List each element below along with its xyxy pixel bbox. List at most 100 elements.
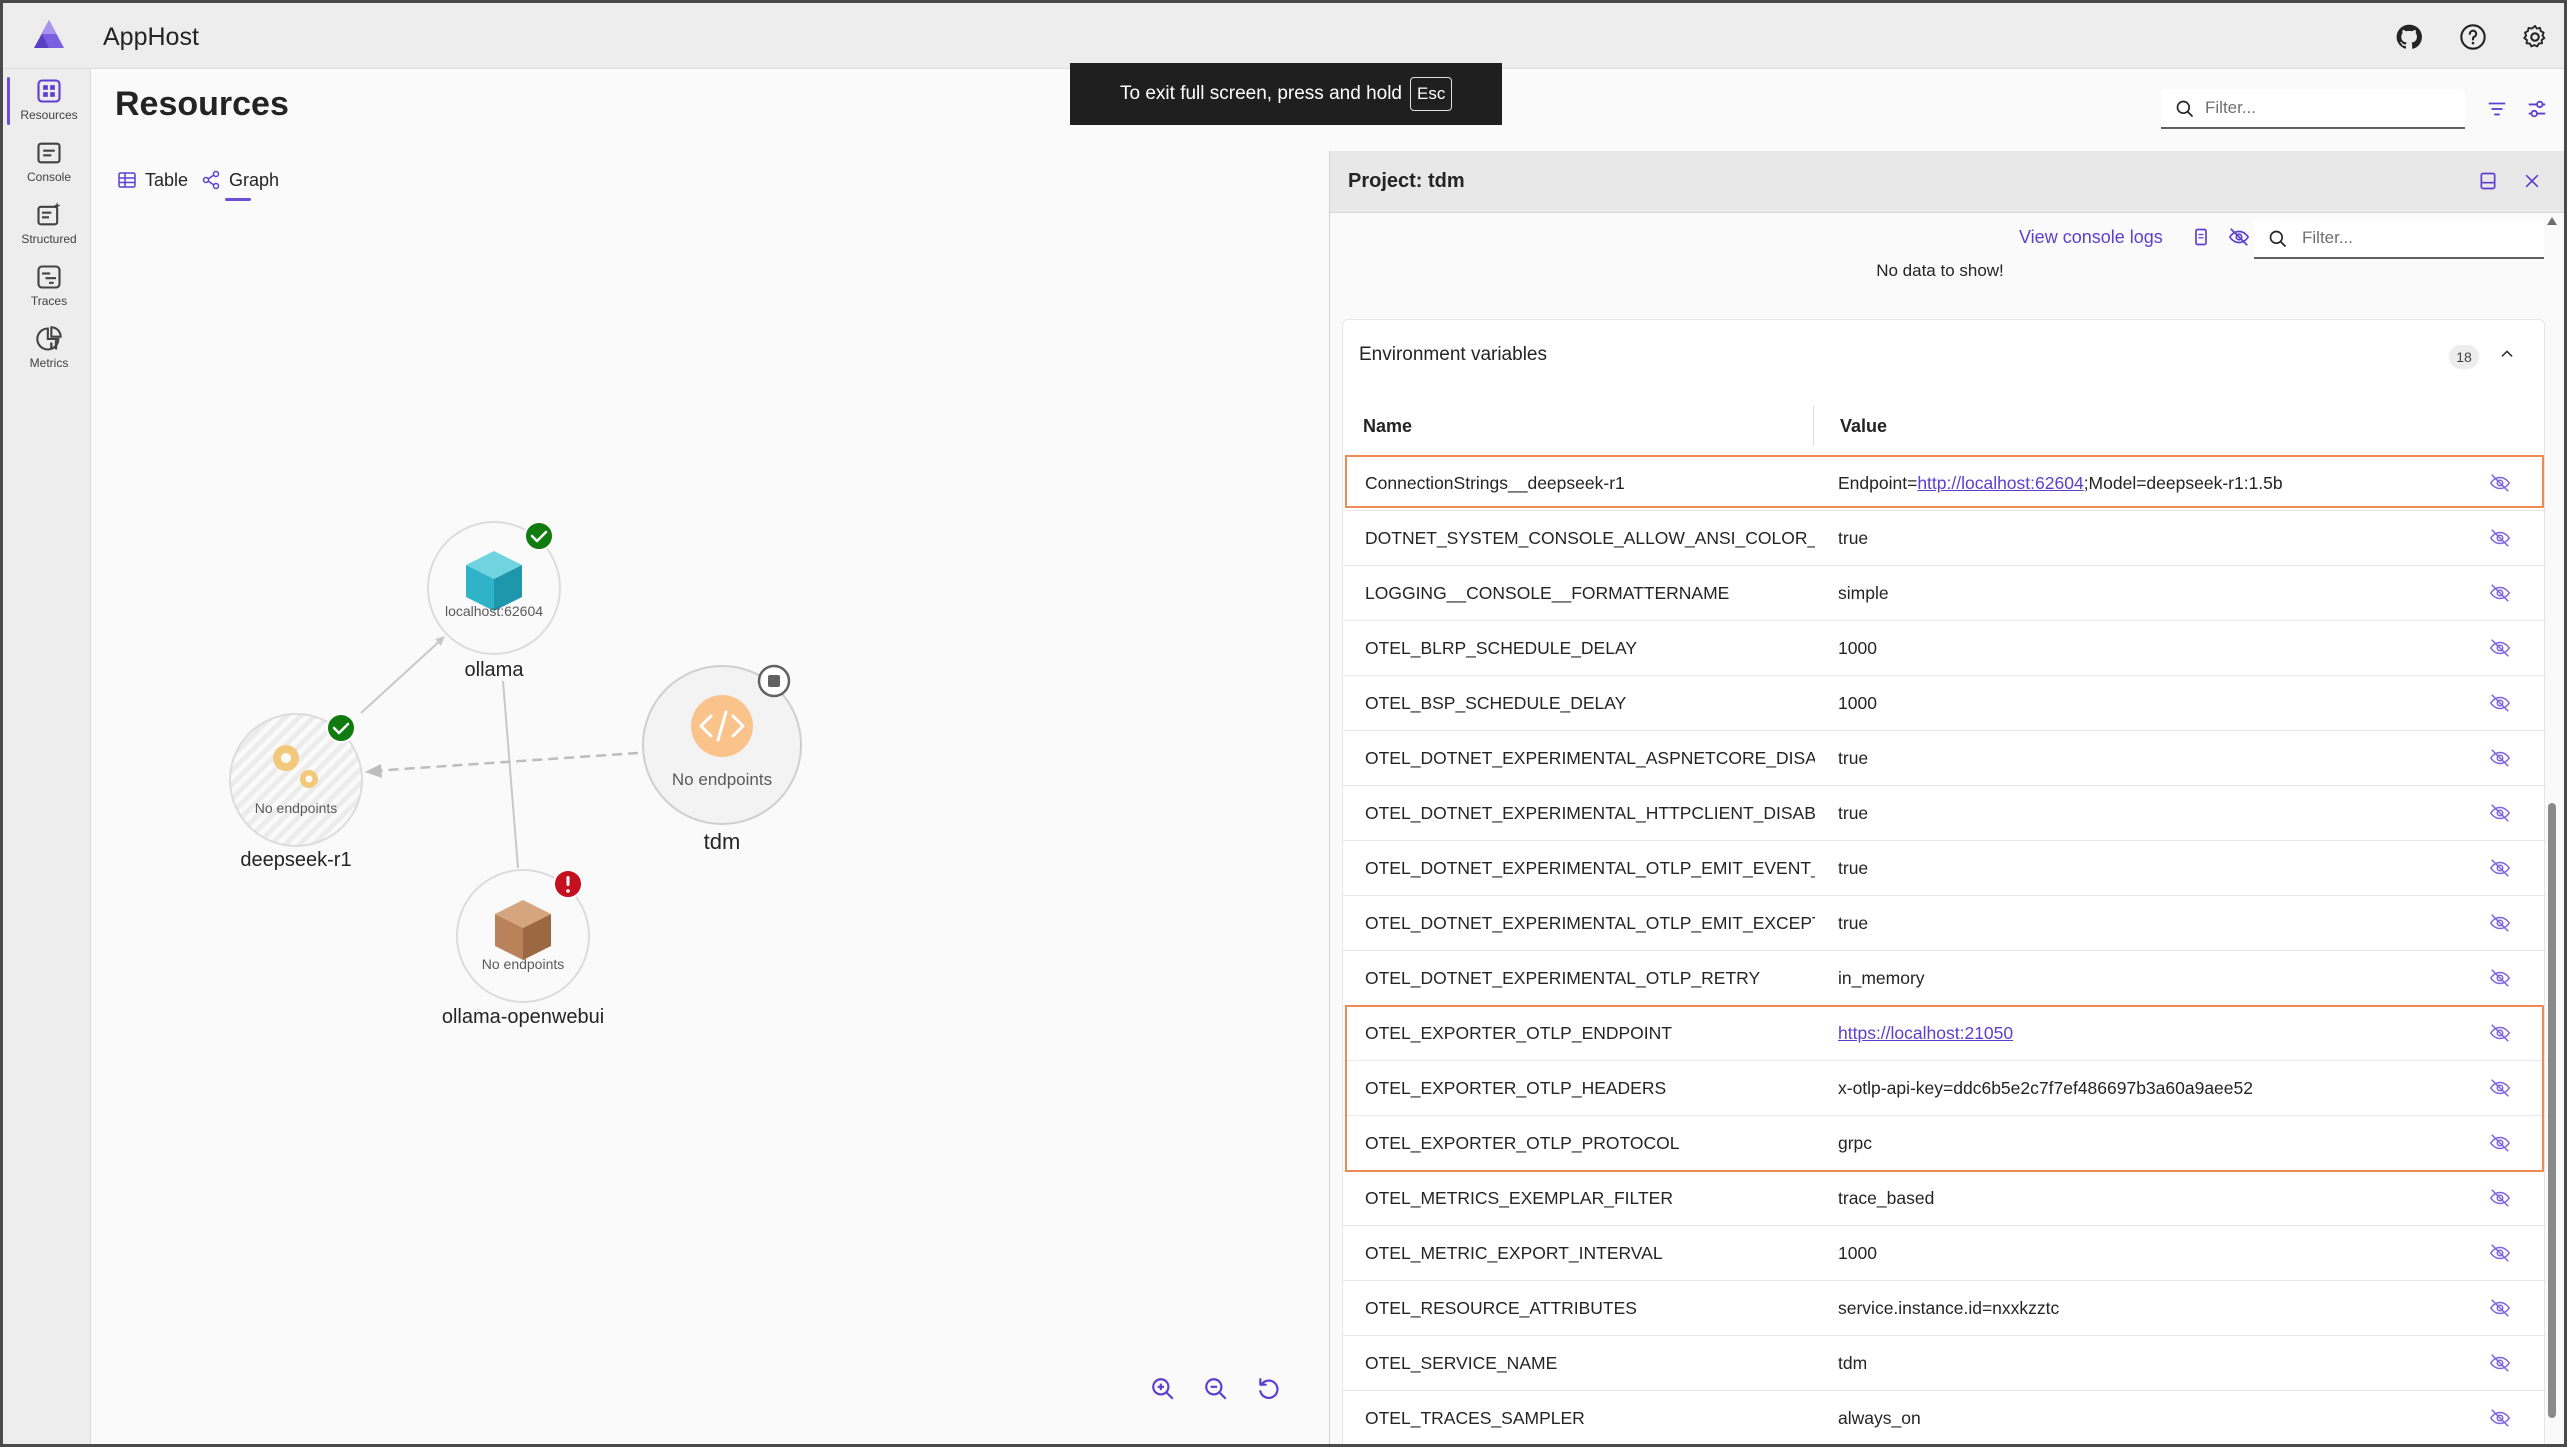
env-table-row: LOGGING__CONSOLE__FORMATTERNAME simple	[1343, 566, 2546, 621]
toggle-value-visibility-icon[interactable]	[2489, 1022, 2513, 1046]
close-panel-button[interactable]	[2516, 165, 2548, 197]
filter-button[interactable]	[2481, 93, 2513, 125]
toggle-value-visibility-icon[interactable]	[2489, 747, 2513, 771]
tab-graph[interactable]: Graph	[201, 163, 280, 201]
toggle-values-visibility-button[interactable]	[2223, 221, 2255, 253]
toast-key: Esc	[1410, 77, 1453, 111]
document-icon	[2195, 228, 2207, 246]
toggle-value-visibility-icon[interactable]	[2489, 1297, 2513, 1321]
toggle-value-visibility-icon[interactable]	[2489, 1132, 2513, 1156]
toggle-value-visibility-icon[interactable]	[2489, 1242, 2513, 1266]
table-icon	[118, 172, 136, 188]
column-header-name[interactable]: Name	[1363, 416, 1412, 437]
node-label-deepseek-r1: deepseek-r1	[240, 849, 352, 871]
nav-item-resources[interactable]: Resources	[7, 71, 91, 131]
nav-label: Metrics	[29, 356, 69, 370]
options-button[interactable]	[2521, 93, 2553, 125]
edge-tdm-deepseek	[372, 751, 639, 773]
copy-button[interactable]	[2185, 221, 2217, 253]
search-icon	[2176, 100, 2194, 118]
settings-gear-icon[interactable]	[2519, 21, 2551, 53]
collapse-button[interactable]	[2495, 342, 2519, 366]
column-divider[interactable]	[1813, 406, 1814, 446]
node-deepseek-r1[interactable]	[229, 713, 363, 847]
env-value-cell: true	[1838, 803, 1869, 823]
toggle-value-visibility-icon[interactable]	[2489, 582, 2513, 606]
env-table-row: OTEL_METRIC_EXPORT_INTERVAL 1000	[1343, 1226, 2546, 1281]
toggle-value-visibility-icon[interactable]	[2489, 637, 2513, 661]
env-name-cell: OTEL_SERVICE_NAME	[1365, 1353, 1558, 1373]
tab-table[interactable]: Table	[117, 163, 188, 197]
aspire-logo-icon[interactable]	[31, 17, 67, 53]
toggle-value-visibility-icon[interactable]	[2489, 472, 2513, 496]
status-running-icon	[524, 521, 554, 551]
panel-scrollbar[interactable]	[2542, 213, 2562, 1443]
env-name-cell: OTEL_DOTNET_EXPERIMENTAL_OTLP_EMIT_EVENT…	[1365, 858, 1815, 878]
column-header-value[interactable]: Value	[1840, 416, 1887, 437]
edge-openwebui-ollama	[502, 680, 519, 869]
resources-filter-input[interactable]: Filter...	[2161, 89, 2465, 129]
env-table-row: OTEL_DOTNET_EXPERIMENTAL_OTLP_EMIT_EVENT…	[1343, 841, 2546, 896]
nav-label: Structured	[21, 232, 77, 246]
zoom-out-button[interactable]	[1198, 1371, 1234, 1407]
reset-zoom-button[interactable]	[1251, 1371, 1287, 1407]
nav-item-metrics[interactable]: Metrics	[7, 319, 91, 379]
github-icon[interactable]	[2393, 21, 2425, 53]
toggle-value-visibility-icon[interactable]	[2489, 1077, 2513, 1101]
help-icon[interactable]	[2457, 21, 2489, 53]
env-name-cell: OTEL_BLRP_SCHEDULE_DELAY	[1365, 638, 1638, 658]
tab-active-indicator	[225, 198, 251, 201]
env-table-row: OTEL_EXPORTER_OTLP_HEADERS x-otlp-api-key…	[1343, 1061, 2546, 1116]
toggle-orientation-button[interactable]	[2472, 165, 2504, 197]
filter-placeholder: Filter...	[2205, 98, 2257, 117]
env-name-cell: OTEL_TRACES_SAMPLER	[1365, 1408, 1585, 1428]
zoom-in-icon	[1152, 1378, 1174, 1400]
env-value-link[interactable]: http://localhost:62604	[1917, 473, 2083, 493]
scroll-up-icon[interactable]	[2546, 215, 2558, 227]
code-project-icon	[691, 695, 753, 757]
env-value-cell: trace_based	[1838, 1188, 1935, 1208]
env-filter-input[interactable]: Filter...	[2254, 219, 2544, 259]
toggle-value-visibility-icon[interactable]	[2489, 1187, 2513, 1211]
node-sub-deepseek-r1: No endpoints	[254, 800, 338, 816]
toggle-value-visibility-icon[interactable]	[2489, 857, 2513, 881]
nav-item-structured[interactable]: Structured	[7, 195, 91, 255]
nav-item-console[interactable]: Console	[7, 133, 91, 193]
toggle-value-visibility-icon[interactable]	[2489, 692, 2513, 716]
env-name-cell: OTEL_DOTNET_EXPERIMENTAL_HTTPCLIENT_DISA…	[1365, 803, 1815, 823]
toggle-value-visibility-icon[interactable]	[2489, 1352, 2513, 1376]
env-value-cell: Endpoint=http://localhost:62604;Model=de…	[1838, 473, 2283, 494]
env-value-cell: https://localhost:21050	[1838, 1023, 2013, 1044]
env-value-cell: x-otlp-api-key=ddc6b5e2c7f7ef486697b3a60…	[1838, 1078, 2253, 1098]
env-value-cell: in_memory	[1838, 968, 1925, 988]
toggle-value-visibility-icon[interactable]	[2489, 967, 2513, 991]
view-console-logs-link[interactable]: View console logs	[2019, 227, 2163, 248]
page-title: Resources	[115, 85, 289, 123]
zoom-in-button[interactable]	[1145, 1371, 1181, 1407]
env-table-row: OTEL_BLRP_SCHEDULE_DELAY 1000	[1343, 621, 2546, 676]
toggle-value-visibility-icon[interactable]	[2489, 912, 2513, 936]
eye-off-icon	[2228, 228, 2250, 246]
env-value-prefix: Endpoint=	[1838, 473, 1918, 493]
env-table-row: OTEL_EXPORTER_OTLP_ENDPOINT https://local…	[1343, 1006, 2546, 1061]
env-value-link[interactable]: https://localhost:21050	[1838, 1023, 2013, 1043]
toggle-value-visibility-icon[interactable]	[2489, 802, 2513, 826]
node-ollama-openwebui[interactable]	[456, 869, 590, 1003]
app-header: AppHost	[3, 3, 2564, 69]
scroll-thumb[interactable]	[2548, 803, 2556, 1418]
env-value-cell: true	[1838, 528, 1869, 548]
env-value-cell: 1000	[1838, 693, 1877, 713]
node-ollama[interactable]	[427, 521, 561, 655]
env-name-cell: OTEL_EXPORTER_OTLP_PROTOCOL	[1365, 1133, 1680, 1153]
status-error-icon	[553, 869, 583, 899]
edge-arrow	[365, 764, 382, 778]
graph-icon	[202, 170, 220, 190]
node-tdm[interactable]	[642, 664, 802, 825]
tab-label: Graph	[229, 169, 280, 190]
env-value-suffix: ;Model=deepseek-r1:1.5b	[2083, 473, 2283, 493]
toggle-value-visibility-icon[interactable]	[2489, 527, 2513, 551]
env-value-cell: grpc	[1838, 1133, 1873, 1153]
toggle-value-visibility-icon[interactable]	[2489, 1407, 2513, 1431]
nav-item-traces[interactable]: Traces	[7, 257, 91, 317]
node-sub-tdm: No endpoints	[671, 770, 773, 789]
